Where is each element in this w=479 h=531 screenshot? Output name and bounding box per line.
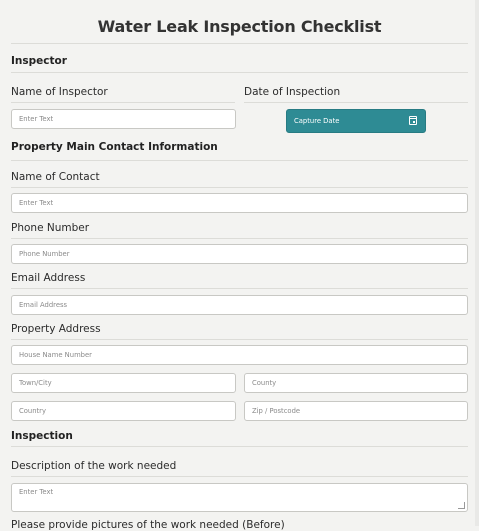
inspector-name-label: Name of Inspector	[11, 86, 108, 98]
phone-label: Phone Number	[11, 222, 90, 234]
description-placeholder: Enter Text	[19, 488, 54, 496]
label-divider	[11, 238, 468, 239]
resize-handle-icon[interactable]	[458, 502, 465, 509]
title-divider	[11, 43, 468, 44]
inspection-date-label: Date of Inspection	[244, 86, 341, 98]
town-input[interactable]: Town/City	[11, 373, 236, 393]
contact-name-input[interactable]: Enter Text	[11, 193, 468, 213]
phone-input[interactable]: Phone Number	[11, 244, 468, 264]
form-title: Water Leak Inspection Checklist	[97, 17, 382, 36]
email-label: Email Address	[11, 272, 86, 284]
country-input[interactable]: Country	[11, 401, 236, 421]
description-label: Description of the work needed	[11, 460, 177, 472]
zip-input[interactable]: Zip / Postcode	[244, 401, 468, 421]
capture-date-label: Capture Date	[294, 117, 340, 125]
email-input[interactable]: Email Address	[11, 295, 468, 315]
section-inspector: Inspector	[11, 55, 67, 67]
inspector-name-input[interactable]: Enter Text	[11, 109, 236, 129]
label-divider	[11, 102, 235, 103]
section-divider	[11, 160, 468, 161]
label-divider	[11, 187, 468, 188]
address-label: Property Address	[11, 323, 101, 335]
description-textarea[interactable]: Enter Text	[11, 483, 468, 512]
section-inspection: Inspection	[11, 430, 73, 442]
form-page: Water Leak Inspection Checklist Inspecto…	[0, 0, 479, 531]
capture-date-button[interactable]: Capture Date	[286, 109, 426, 133]
pictures-before-label: Please provide pictures of the work need…	[11, 519, 285, 531]
section-divider	[11, 446, 468, 447]
label-divider	[11, 288, 468, 289]
calendar-icon	[409, 116, 417, 125]
section-property-contact: Property Main Contact Information	[11, 141, 218, 153]
label-divider	[11, 339, 468, 340]
contact-name-label: Name of Contact	[11, 171, 100, 183]
county-input[interactable]: County	[244, 373, 468, 393]
section-divider	[11, 72, 468, 73]
label-divider	[11, 476, 468, 477]
label-divider	[244, 102, 468, 103]
scrollbar[interactable]	[475, 0, 479, 526]
house-input[interactable]: House Name Number	[11, 345, 468, 365]
